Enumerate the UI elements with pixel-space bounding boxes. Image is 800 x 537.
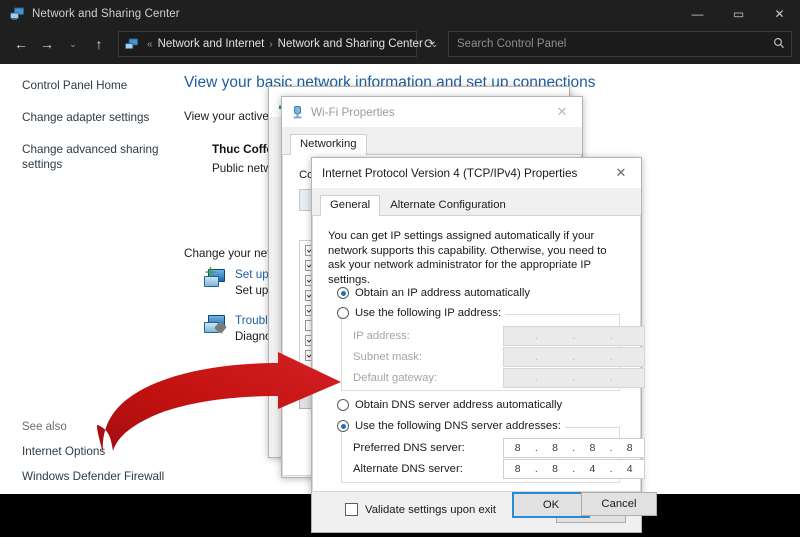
setup-new-connection-icon: ＋ xyxy=(204,268,226,288)
ipv4-general-panel: You can get IP settings assigned automat… xyxy=(312,216,641,492)
ipv4-properties-dialog[interactable]: Internet Protocol Version 4 (TCP/IPv4) P… xyxy=(311,157,642,533)
breadcrumb-item-network-and-internet[interactable]: Network and Internet xyxy=(158,38,265,50)
sidebar: Control Panel Home Change adapter settin… xyxy=(0,64,180,189)
ipv4-body: General Alternate Configuration You can … xyxy=(312,188,641,532)
search-box[interactable] xyxy=(448,31,792,57)
default-gateway-input[interactable]: . . . xyxy=(503,368,645,388)
alternate-dns-input[interactable]: 8. 8. 4. 4 xyxy=(503,459,645,479)
validate-settings-label: Validate settings upon exit xyxy=(365,504,496,516)
recent-locations-dropdown-icon[interactable]: ⌄ xyxy=(60,32,86,56)
ipv4-tabstrip: General Alternate Configuration xyxy=(312,188,641,216)
ipv4-title: Internet Protocol Version 4 (TCP/IPv4) P… xyxy=(322,167,577,180)
radio-icon[interactable] xyxy=(337,420,349,432)
wifi-properties-close-icon[interactable]: ✕ xyxy=(542,97,582,127)
see-also-item-internet-options[interactable]: Internet Options xyxy=(22,445,192,458)
radio-use-following-dns[interactable]: Use the following DNS server addresses: xyxy=(337,420,565,432)
radio-use-following-ip-label: Use the following IP address: xyxy=(355,307,501,319)
breadcrumb-item-network-and-sharing-center[interactable]: Network and Sharing Center xyxy=(278,38,423,50)
see-also-section: See also Internet Options Windows Defend… xyxy=(22,421,192,494)
breadcrumb-prefix: « xyxy=(147,39,153,50)
forward-button[interactable]: → xyxy=(34,32,60,56)
control-panel-icon xyxy=(125,38,138,51)
field-alternate-dns: Alternate DNS server: 8. 8. 4. 4 xyxy=(353,459,645,479)
radio-obtain-dns-automatically[interactable]: Obtain DNS server address automatically xyxy=(337,399,562,411)
up-button[interactable]: ↑ xyxy=(86,32,112,56)
close-button[interactable]: ✕ xyxy=(759,0,800,28)
wifi-properties-tabstrip: Networking xyxy=(282,127,582,155)
octet: 8 xyxy=(507,442,529,454)
network-icon xyxy=(10,7,24,21)
octet: 4 xyxy=(619,463,641,475)
ip-address-label: IP address: xyxy=(353,330,503,342)
refresh-icon[interactable]: ⟳ xyxy=(417,36,442,52)
ok-button[interactable]: OK xyxy=(512,492,590,518)
checkbox-icon[interactable] xyxy=(345,503,358,516)
search-icon[interactable] xyxy=(773,37,785,52)
radio-icon[interactable] xyxy=(337,307,349,319)
radio-obtain-ip-automatically-label: Obtain an IP address automatically xyxy=(355,287,530,299)
default-gateway-label: Default gateway: xyxy=(353,372,503,384)
breadcrumb-separator: › xyxy=(269,39,272,50)
ipv4-description: You can get IP settings assigned automat… xyxy=(328,229,618,287)
field-preferred-dns: Preferred DNS server: 8. 8. 8. 8 xyxy=(353,438,645,458)
troubleshoot-icon xyxy=(204,314,226,334)
field-subnet-mask: Subnet mask: . . . xyxy=(353,347,645,367)
octet: 8 xyxy=(544,463,566,475)
subnet-mask-input[interactable]: . . . xyxy=(503,347,645,367)
network-adapter-icon xyxy=(292,106,303,119)
wifi-properties-titlebar: Wi-Fi Properties ✕ xyxy=(282,97,582,127)
radio-icon[interactable] xyxy=(337,399,349,411)
field-ip-address: IP address: . . . xyxy=(353,326,645,346)
octet: 8 xyxy=(507,463,529,475)
maximize-button[interactable]: ▭ xyxy=(718,0,759,28)
window-controls: — ▭ ✕ xyxy=(677,0,800,28)
field-default-gateway: Default gateway: . . . xyxy=(353,368,645,388)
octet: 8 xyxy=(544,442,566,454)
breadcrumb[interactable]: « Network and Internet › Network and Sha… xyxy=(118,31,417,57)
radio-obtain-ip-automatically[interactable]: Obtain an IP address automatically xyxy=(337,287,530,299)
cancel-button[interactable]: Cancel xyxy=(581,492,657,516)
back-button[interactable]: ← xyxy=(8,32,34,56)
wifi-properties-title: Wi-Fi Properties xyxy=(311,106,395,119)
minimize-button[interactable]: — xyxy=(677,0,718,28)
address-bar: ← → ⌄ ↑ « Network and Internet › Network… xyxy=(0,28,800,64)
sidebar-item-change-advanced-sharing-settings[interactable]: Change advanced sharing settings xyxy=(22,142,162,172)
preferred-dns-input[interactable]: 8. 8. 8. 8 xyxy=(503,438,645,458)
octet: 4 xyxy=(582,463,604,475)
window-titlebar: Network and Sharing Center — ▭ ✕ xyxy=(0,0,800,28)
tab-networking[interactable]: Networking xyxy=(290,134,367,155)
ip-address-input[interactable]: . . . xyxy=(503,326,645,346)
ipv4-titlebar: Internet Protocol Version 4 (TCP/IPv4) P… xyxy=(312,158,641,188)
radio-use-following-ip[interactable]: Use the following IP address: xyxy=(337,307,505,319)
ipv4-close-icon[interactable]: ✕ xyxy=(601,158,641,188)
window-title: Network and Sharing Center xyxy=(32,8,180,20)
sidebar-item-control-panel-home[interactable]: Control Panel Home xyxy=(22,78,162,93)
subnet-mask-label: Subnet mask: xyxy=(353,351,503,363)
radio-icon[interactable] xyxy=(337,287,349,299)
tab-alternate-configuration[interactable]: Alternate Configuration xyxy=(380,195,516,216)
preferred-dns-label: Preferred DNS server: xyxy=(353,442,503,454)
sidebar-item-change-adapter-settings[interactable]: Change adapter settings xyxy=(22,110,162,125)
radio-use-following-dns-label: Use the following DNS server addresses: xyxy=(355,420,561,432)
validate-settings-checkbox-row[interactable]: Validate settings upon exit xyxy=(345,503,496,516)
see-also-label: See also xyxy=(22,421,192,433)
octet: 8 xyxy=(582,442,604,454)
alternate-dns-label: Alternate DNS server: xyxy=(353,463,503,475)
radio-obtain-dns-automatically-label: Obtain DNS server address automatically xyxy=(355,399,562,411)
octet: 8 xyxy=(619,442,641,454)
search-input[interactable] xyxy=(455,37,769,51)
see-also-item-windows-defender-firewall[interactable]: Windows Defender Firewall xyxy=(22,470,192,483)
tab-general[interactable]: General xyxy=(320,195,380,216)
